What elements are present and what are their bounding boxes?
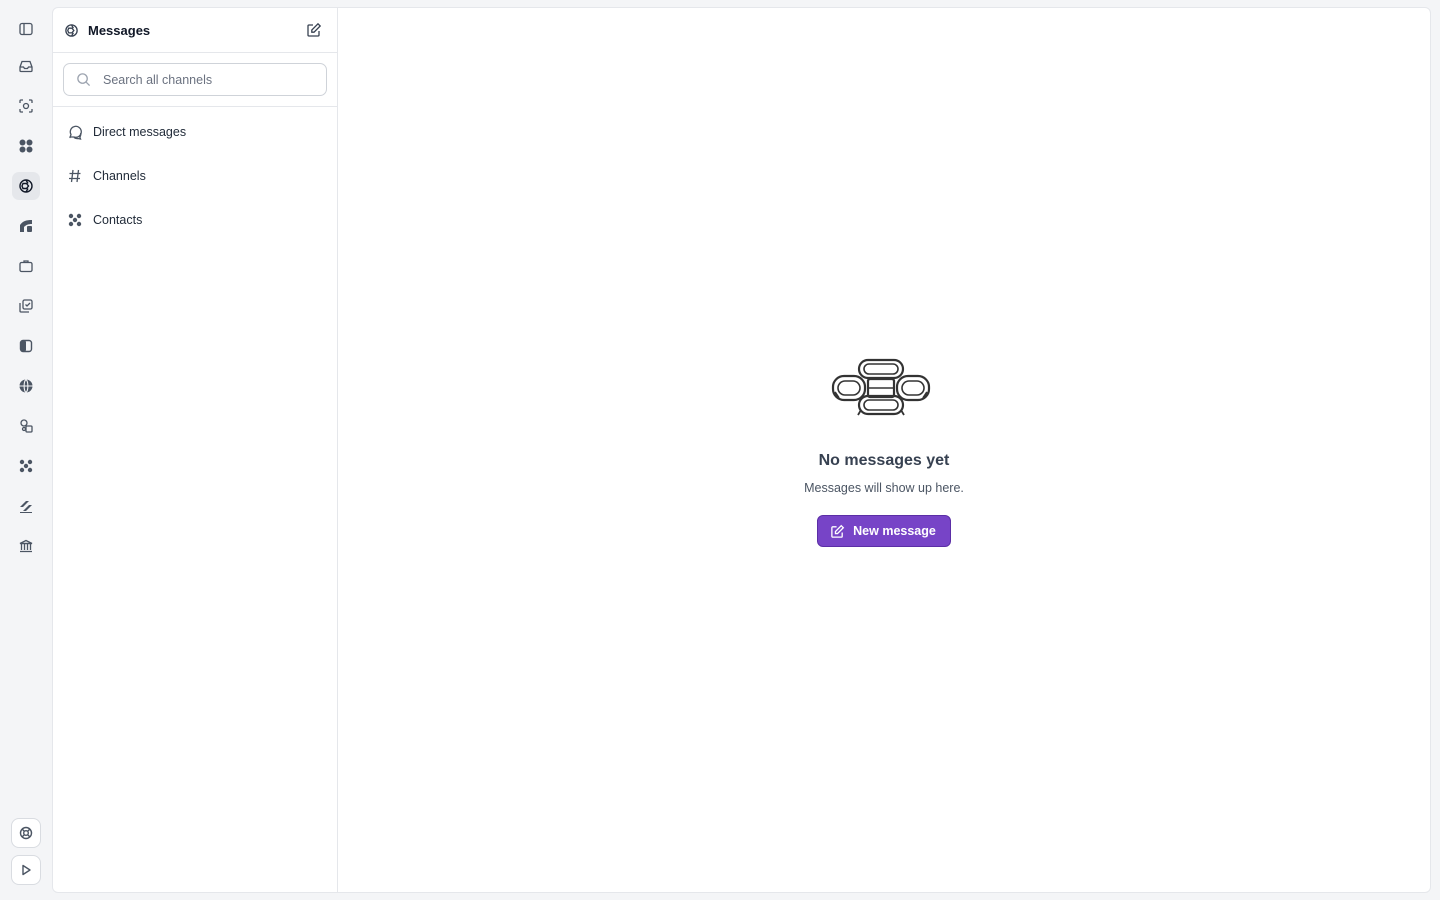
contacts-icon bbox=[68, 213, 82, 227]
panel-icon[interactable] bbox=[12, 332, 40, 360]
sidebar-item-label: Direct messages bbox=[93, 125, 187, 139]
empty-state: No messages yet Messages will show up he… bbox=[338, 356, 1430, 547]
apps-grid-icon[interactable] bbox=[12, 132, 40, 160]
dots-cluster-icon[interactable] bbox=[12, 452, 40, 480]
scan-icon[interactable] bbox=[12, 92, 40, 120]
content-area: No messages yet Messages will show up he… bbox=[338, 8, 1430, 892]
stripes-icon[interactable] bbox=[12, 492, 40, 520]
search-container bbox=[53, 53, 337, 107]
shapes-icon[interactable] bbox=[12, 412, 40, 440]
chat-bubble-icon bbox=[69, 125, 82, 140]
search-icon bbox=[77, 73, 91, 87]
sidebar-item-contacts[interactable]: Contacts bbox=[53, 198, 337, 242]
new-message-button[interactable]: New message bbox=[817, 515, 951, 547]
tasks-icon[interactable] bbox=[12, 292, 40, 320]
chart-area-icon[interactable] bbox=[12, 212, 40, 240]
sidebar-item-direct-messages[interactable]: Direct messages bbox=[53, 110, 337, 154]
compose-icon bbox=[307, 22, 322, 37]
page-title: Messages bbox=[88, 22, 151, 38]
compose-icon bbox=[831, 524, 845, 538]
empty-state-subtitle: Messages will show up here. bbox=[804, 481, 964, 495]
search-box[interactable] bbox=[63, 63, 327, 96]
new-message-label: New message bbox=[853, 524, 936, 538]
sidebar-item-label: Contacts bbox=[93, 213, 143, 227]
briefcase-icon[interactable] bbox=[12, 252, 40, 280]
globe-icon[interactable] bbox=[12, 372, 40, 400]
bank-icon[interactable] bbox=[12, 532, 40, 560]
sidebar-item-label: Channels bbox=[93, 169, 146, 183]
sidebar-header: Messages bbox=[53, 8, 337, 53]
empty-messages-illustration bbox=[831, 358, 931, 416]
main-frame: Messages Direct messages Channels Con bbox=[52, 7, 1431, 893]
play-icon[interactable] bbox=[11, 855, 41, 885]
hash-icon bbox=[69, 169, 81, 183]
empty-state-title: No messages yet bbox=[818, 452, 950, 469]
app-rail bbox=[0, 0, 52, 900]
sidebar-nav: Direct messages Channels Contacts bbox=[53, 107, 337, 242]
help-icon[interactable] bbox=[11, 818, 41, 848]
messages-logo-icon bbox=[65, 23, 78, 37]
messages-sidebar: Messages Direct messages Channels Con bbox=[53, 8, 338, 892]
sidebar-item-channels[interactable]: Channels bbox=[53, 154, 337, 198]
messages-icon[interactable] bbox=[12, 172, 40, 200]
sidebar-toggle-icon[interactable] bbox=[12, 15, 40, 43]
compose-button[interactable] bbox=[303, 19, 325, 41]
search-input[interactable] bbox=[103, 72, 316, 87]
inbox-icon[interactable] bbox=[12, 52, 40, 80]
